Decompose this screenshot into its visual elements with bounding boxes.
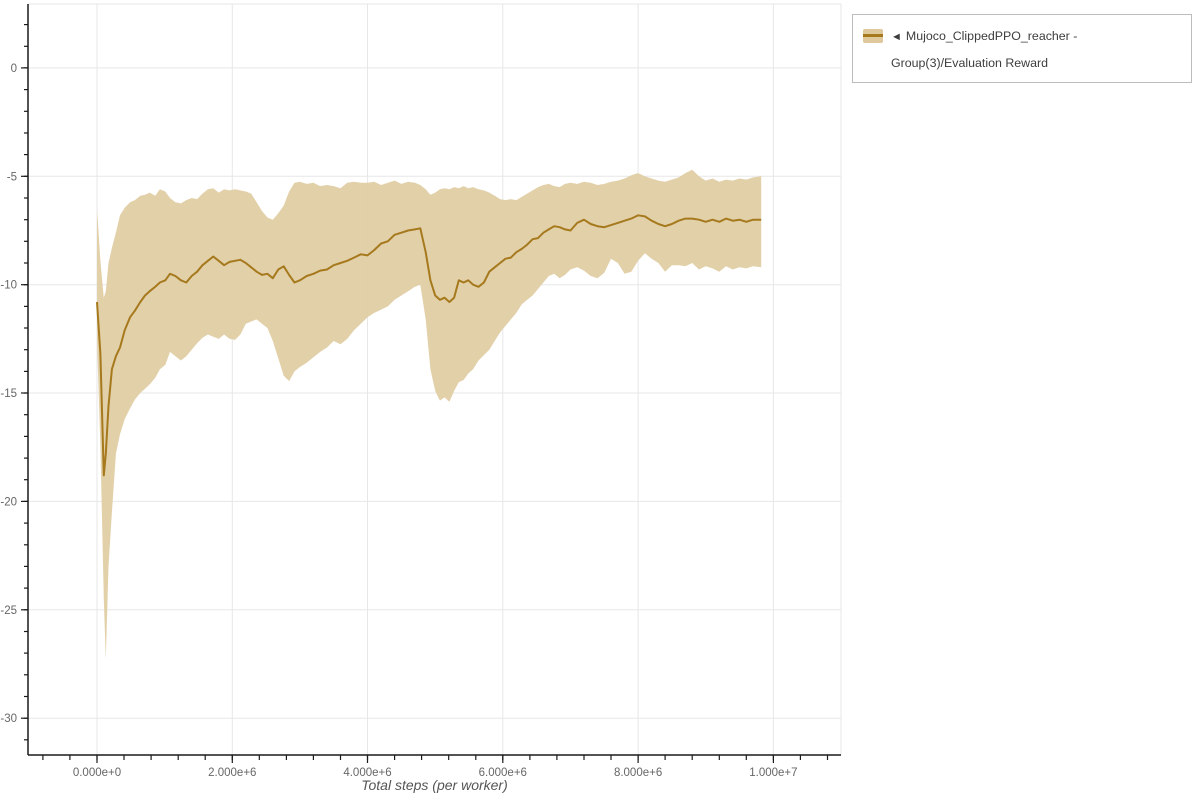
- legend-collapse-arrow-icon: ◄: [891, 31, 902, 43]
- legend-series-label: Mujoco_ClippedPPO_reacher - Group(3)/Eva…: [891, 29, 1078, 70]
- legend-item-evaluation-reward[interactable]: ◄ Mujoco_ClippedPPO_reacher - Group(3)/Ev…: [863, 23, 1181, 76]
- svg-text:-5: -5: [7, 171, 17, 183]
- legend-series-text: ◄ Mujoco_ClippedPPO_reacher - Group(3)/Ev…: [891, 23, 1181, 76]
- chart-canvas[interactable]: 0.000e+0 2.000e+6 4.000e+6 6.000e+6 8.000e+6…: [0, 0, 1200, 800]
- confidence-band: [97, 169, 762, 660]
- svg-text:-10: -10: [0, 280, 17, 292]
- svg-text:-20: -20: [0, 496, 17, 508]
- svg-text:-25: -25: [0, 605, 17, 617]
- legend-series-swatch-icon: [863, 29, 883, 43]
- x-axis-title: Total steps (per worker): [361, 777, 508, 793]
- svg-text:-15: -15: [0, 388, 17, 400]
- dashboard-page: 0.000e+0 2.000e+6 4.000e+6 6.000e+6 8.000e+6…: [0, 0, 1200, 800]
- legend-swatch-line-icon: [863, 34, 883, 37]
- legend: ◄ Mujoco_ClippedPPO_reacher - Group(3)/Ev…: [852, 14, 1192, 83]
- svg-text:-30: -30: [0, 713, 17, 725]
- axis-ticks: [21, 24, 829, 763]
- svg-text:0: 0: [11, 63, 17, 75]
